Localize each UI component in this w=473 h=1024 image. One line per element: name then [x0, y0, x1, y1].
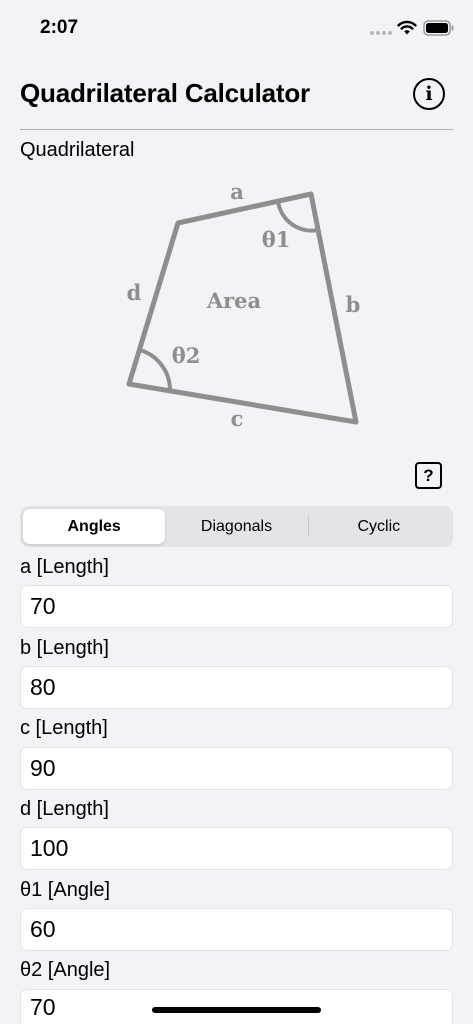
section-label: Quadrilateral: [20, 139, 135, 161]
side-c-label: c: [231, 406, 244, 431]
input-b[interactable]: 80: [20, 666, 453, 709]
wifi-icon: [397, 20, 417, 35]
home-indicator[interactable]: [152, 1007, 321, 1013]
field-label-theta2: θ2 [Angle]: [20, 959, 111, 981]
side-b-label: b: [346, 292, 361, 317]
segment-diagonals[interactable]: Diagonals: [165, 509, 307, 544]
field-label-d: d [Length]: [20, 798, 109, 820]
side-d-label: d: [127, 280, 142, 305]
question-mark-icon: ?: [423, 465, 434, 485]
help-button[interactable]: ?: [415, 462, 442, 489]
angle-1-label: θ1: [262, 227, 291, 252]
side-a-label: a: [230, 179, 244, 204]
segment-cyclic[interactable]: Cyclic: [308, 509, 450, 544]
quadrilateral-diagram: a b c d Area θ1 θ2: [126, 179, 361, 431]
segment-separator: [308, 516, 309, 537]
angle-2-label: θ2: [172, 343, 201, 368]
status-bar: 2:07: [0, 0, 473, 56]
field-label-a: a [Length]: [20, 556, 109, 578]
info-circle-icon: i: [425, 83, 433, 105]
segment-angles[interactable]: Angles: [23, 509, 166, 544]
input-d[interactable]: 100: [20, 827, 453, 870]
input-a[interactable]: 70: [20, 585, 453, 628]
info-button[interactable]: i: [413, 78, 445, 110]
cellular-signal-icon: [370, 31, 392, 35]
field-label-theta1: θ1 [Angle]: [20, 879, 111, 901]
battery-icon: [423, 20, 454, 36]
field-label-b: b [Length]: [20, 637, 109, 659]
area-label: Area: [206, 288, 262, 313]
field-label-c: c [Length]: [20, 717, 108, 739]
input-theta1[interactable]: 60: [20, 908, 453, 951]
status-time: 2:07: [40, 17, 79, 38]
mode-segmented-control: Angles Diagonals Cyclic: [20, 506, 453, 547]
header-divider: [20, 129, 453, 130]
page-title: Quadrilateral Calculator: [20, 78, 310, 108]
input-c[interactable]: 90: [20, 747, 453, 790]
